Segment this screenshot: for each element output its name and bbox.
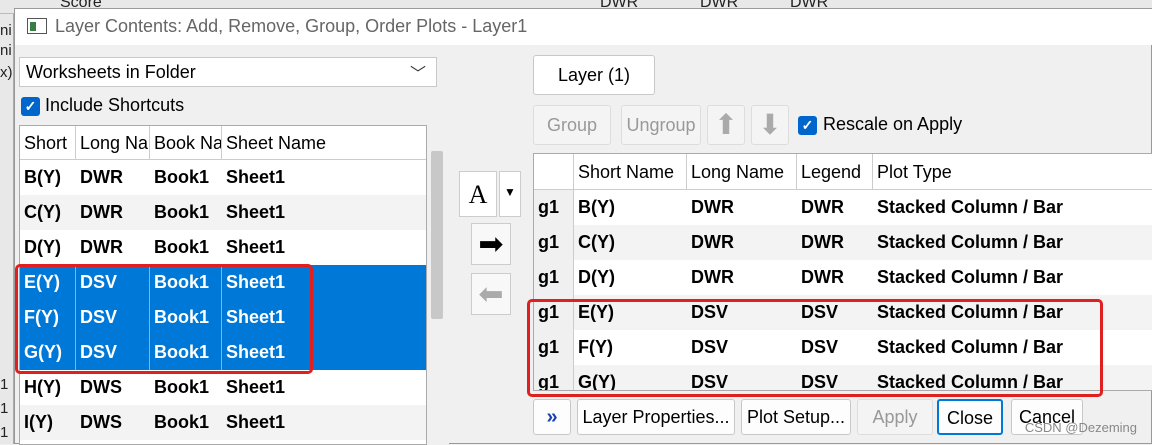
column-header-short-name[interactable]: Short Name [574, 154, 687, 190]
include-shortcuts-checkbox[interactable]: ✓ [21, 97, 40, 116]
chevron-down-icon: ﹀ [409, 66, 426, 83]
include-shortcuts-label: Include Shortcuts [45, 95, 185, 115]
ungroup-button[interactable]: Ungroup [621, 105, 701, 145]
table-cell-legend: DWR [801, 232, 844, 252]
dialog-title: Layer Contents: Add, Remove, Group, Orde… [55, 16, 528, 36]
column-header-plot-type[interactable]: Plot Type [873, 154, 1152, 190]
bg-row-label: x) [0, 64, 13, 81]
column-header-long-name[interactable]: Long Na [76, 126, 150, 160]
font-button[interactable]: A [459, 171, 497, 217]
app-window-icon [27, 18, 47, 34]
tab-layer-1[interactable]: Layer (1) [533, 55, 655, 95]
source-select[interactable]: Worksheets in Folder ﹀ [19, 57, 437, 87]
table-cell-sheet: Sheet1 [226, 167, 286, 187]
apply-button[interactable]: Apply [857, 399, 933, 435]
column-header-group[interactable] [534, 154, 574, 190]
table-cell-legend: DWR [801, 197, 844, 217]
table-cell-short: I(Y) [24, 412, 53, 432]
expand-button[interactable]: » [533, 399, 571, 435]
layer-contents-dialog: Layer Contents: Add, Remove, Group, Orde… [14, 8, 1152, 445]
table-cell-book: Book1 [154, 412, 210, 432]
column-header-legend[interactable]: Legend [797, 154, 873, 190]
table-cell-short: C(Y) [24, 202, 61, 222]
table-cell-short: B(Y) [578, 197, 615, 217]
plot-setup-button[interactable]: Plot Setup... [741, 399, 851, 435]
row-header: g1 [534, 260, 574, 295]
column-header-long-name[interactable]: Long Name [687, 154, 797, 190]
bg-row-label: 1 [0, 376, 9, 393]
column-header-book-name[interactable]: Book Na [150, 126, 222, 160]
row-header: g1 [534, 190, 574, 225]
left-grid-scrollbar-thumb[interactable] [431, 151, 443, 319]
table-row[interactable]: C(Y) DWR Book1 Sheet1 [20, 195, 426, 230]
table-cell-type: Stacked Column / Bar [877, 197, 1064, 217]
table-cell-book: Book1 [154, 377, 210, 397]
table-row[interactable]: H(Y) DWS Book1 Sheet1 [20, 370, 426, 405]
source-select-value: Worksheets in Folder [26, 62, 196, 82]
highlight-box-right [527, 299, 1103, 397]
table-cell-long: DWR [691, 197, 734, 217]
table-row[interactable]: g1 B(Y) DWR DWR Stacked Column / Bar [534, 190, 1152, 225]
bg-row-label: ni [0, 22, 12, 39]
bg-row-label: 1 [0, 424, 9, 441]
table-row[interactable]: B(Y) DWR Book1 Sheet1 [20, 160, 426, 195]
table-row[interactable]: I(Y) DWS Book1 Sheet1 [20, 405, 426, 440]
table-cell-book: Book1 [154, 237, 210, 257]
table-cell-short: B(Y) [24, 167, 61, 187]
table-row[interactable]: D(Y) DWR Book1 Sheet1 [20, 230, 426, 265]
table-cell-long: DWS [80, 377, 122, 397]
font-dropdown-arrow-icon[interactable]: ▼ [499, 171, 521, 217]
table-row[interactable]: g1 C(Y) DWR DWR Stacked Column / Bar [534, 225, 1152, 260]
row-header: g1 [534, 225, 574, 260]
column-header-short[interactable]: Short [20, 126, 76, 160]
bg-row-label: 1 [0, 400, 9, 417]
table-cell-short: C(Y) [578, 232, 615, 252]
table-cell-short: D(Y) [578, 267, 615, 287]
table-cell-sheet: Sheet1 [226, 377, 286, 397]
table-cell-type: Stacked Column / Bar [877, 232, 1064, 252]
table-cell-short: H(Y) [24, 377, 61, 397]
table-cell-sheet: Sheet1 [226, 237, 286, 257]
remove-plot-arrow-icon[interactable]: ⬅ [471, 273, 511, 315]
rescale-on-apply-label: Rescale on Apply [823, 114, 963, 134]
table-cell-long: DWS [80, 412, 122, 432]
column-header-sheet-name[interactable]: Sheet Name [222, 126, 426, 160]
grid-header: Short Name Long Name Legend Plot Type [534, 154, 1152, 190]
title-bar[interactable]: Layer Contents: Add, Remove, Group, Orde… [15, 9, 1152, 45]
move-down-arrow-icon[interactable]: ⬇ [751, 105, 789, 145]
group-button[interactable]: Group [533, 105, 611, 145]
table-row[interactable]: g1 D(Y) DWR DWR Stacked Column / Bar [534, 260, 1152, 295]
table-cell-sheet: Sheet1 [226, 412, 286, 432]
table-cell-long: DWR [691, 267, 734, 287]
highlight-box-left [15, 264, 313, 374]
table-cell-sheet: Sheet1 [226, 202, 286, 222]
table-cell-book: Book1 [154, 202, 210, 222]
rescale-on-apply-checkbox[interactable]: ✓ [798, 116, 817, 135]
bg-row-label: ni [0, 42, 12, 59]
move-up-arrow-icon[interactable]: ⬆ [707, 105, 745, 145]
layer-properties-button[interactable]: Layer Properties... [577, 399, 735, 435]
table-cell-book: Book1 [154, 167, 210, 187]
table-cell-long: DWR [691, 232, 734, 252]
close-button[interactable]: Close [937, 399, 1003, 435]
table-cell-long: DWR [80, 167, 123, 187]
add-plot-arrow-icon[interactable]: ➡ [471, 223, 511, 265]
table-cell-type: Stacked Column / Bar [877, 267, 1064, 287]
table-cell-long: DWR [80, 237, 123, 257]
table-cell-long: DWR [80, 202, 123, 222]
background-worksheet-rows: ni ni x) 1 1 1 [0, 14, 14, 444]
grid-header: Short Long Na Book Na Sheet Name [20, 126, 426, 160]
table-cell-short: D(Y) [24, 237, 61, 257]
watermark: CSDN @Dezeming [1024, 420, 1137, 435]
table-cell-legend: DWR [801, 267, 844, 287]
